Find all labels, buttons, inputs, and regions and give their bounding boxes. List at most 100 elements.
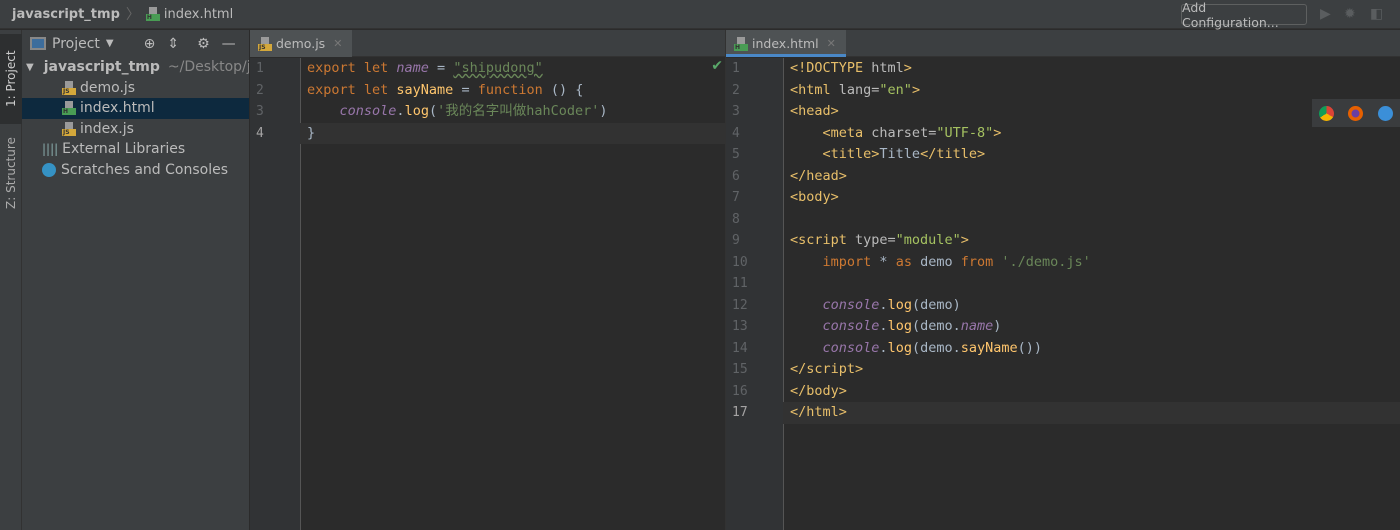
code-token: "UTF-8" [936,124,994,141]
file-name: index.html [80,100,155,117]
close-icon[interactable]: ✕ [827,37,836,50]
tree-root[interactable]: ▼ javascript_tmp ~/Desktop/javascript_tm… [22,57,249,78]
editor-tabs: JS demo.js ✕ [250,30,725,57]
line-number: 10 [732,254,748,270]
code-token: "en" [879,81,912,98]
code-token: </html> [790,404,847,420]
play-icon[interactable]: ▶ [1320,6,1331,22]
code-token: * [879,253,896,270]
tree-item-index-html[interactable]: Hindex.html [22,98,249,119]
project-view-selector[interactable]: Project [52,36,100,52]
collapse-all-icon[interactable]: ⇕ [167,36,179,52]
code-token: import [822,253,880,270]
gear-icon[interactable]: ⚙ [197,36,210,52]
js-file-icon: JS [258,36,272,51]
js-file-icon: JS [62,121,76,136]
code-line: </script> [790,359,1091,381]
tab-structure-tool[interactable]: Z: Structure [0,128,22,218]
code-line: console.log(demo.name) [790,316,1091,338]
tree-item-scratches[interactable]: Scratches and Consoles [22,160,249,181]
external-libraries-label: External Libraries [62,141,186,158]
code-token: charset= [871,124,937,141]
code-line: <!DOCTYPE html> [790,58,1091,80]
code-token: html [871,60,904,76]
tree-item-index-js[interactable]: JS index.js [22,119,249,140]
code-token: './demo.js' [1001,253,1091,270]
tab-index-html[interactable]: Hindex.html ✕ [726,30,846,57]
line-number: 5 [732,147,740,162]
code-token: ) [993,318,1002,334]
gutter-divider [783,58,784,530]
line-number: 14 [732,340,748,356]
code-token: type= [855,232,896,248]
code-line: } [307,123,608,145]
locate-icon[interactable]: ⊕ [144,36,156,52]
code-token: ()) [1017,339,1043,356]
line-number: 1 [256,61,264,76]
inspection-ok-icon: ✔ [711,58,723,74]
code-area[interactable]: <!DOCTYPE html> <html lang="en"> <head> <m… [790,58,1091,424]
line-number: 6 [732,168,740,184]
code-line: <html lang="en"> [790,80,1091,102]
tree-item-external-libraries[interactable]: |||| External Libraries [22,139,249,160]
code-token: sayName [960,339,1018,356]
code-token: Title [879,146,921,162]
tree-item-demo-js[interactable]: JS demo.js [22,78,249,99]
code-line: console.log('我的名字叫做hahCoder') [307,101,608,123]
code-line: </head> [790,166,1091,188]
code-token: </title> [920,146,986,162]
firefox-icon[interactable] [1348,105,1364,121]
tab-project-tool[interactable]: 1: Project [0,34,22,124]
code-token: . [396,103,405,119]
close-icon[interactable]: ✕ [333,37,342,50]
browser-preview-bar [1312,99,1400,127]
line-number: 4 [256,125,264,141]
navigation-bar: javascript_tmp 〉 H index.html Add Config… [0,0,1400,30]
coverage-icon[interactable]: ◧ [1370,6,1383,22]
expand-arrow-icon[interactable]: ▼ [26,62,34,73]
code-token: log [887,318,912,334]
code-area[interactable]: export let name = "shipudong" export let … [307,58,608,144]
line-number: 7 [732,190,740,205]
line-number: 2 [256,82,264,98]
line-number: 2 [732,82,740,98]
tab-demo-js[interactable]: JS demo.js ✕ [250,30,353,57]
structure-tab-label: Z: Structure [4,137,18,209]
tab-label: demo.js [276,36,326,51]
breadcrumb-separator: 〉 [125,7,140,23]
code-token: <head> [790,103,839,119]
code-token: lang= [838,81,880,98]
line-number: 8 [732,211,740,227]
line-number: 17 [732,405,748,420]
minimize-icon[interactable]: — [222,36,236,52]
add-configuration-button[interactable]: Add Configuration... [1181,0,1307,30]
breadcrumb-file[interactable]: index.html [164,7,233,22]
line-number: 3 [256,104,264,119]
project-panel-header: Project ▼ ⊕ ⇕ ⚙ — [22,30,249,57]
tab-label: index.html [752,36,819,51]
line-number: 16 [732,383,748,399]
bug-icon[interactable]: ✹ [1344,6,1356,22]
breadcrumb-project[interactable]: javascript_tmp [12,7,120,22]
code-token: ( [428,103,438,119]
line-number: 9 [732,233,740,248]
code-line: export let sayName = function () { [307,80,608,102]
code-token: </script> [790,361,864,377]
safari-icon[interactable] [1377,105,1393,121]
file-name: index.js [80,120,134,137]
code-token: console [339,103,397,119]
root-folder-name: javascript_tmp [43,59,160,76]
chevron-down-icon[interactable]: ▼ [106,38,114,49]
editor-tabs: Hindex.html ✕ [726,30,1400,57]
code-token: (demo) [911,296,961,313]
code-token: name [396,60,429,76]
line-gutter: 1 2 3 4 5 6 7 8 9 10 11 12 13 14 15 16 17 [726,58,783,530]
code-line: console.log(demo) [790,295,1091,317]
code-token: console [822,339,880,356]
chrome-icon[interactable] [1319,105,1335,121]
project-panel: Project ▼ ⊕ ⇕ ⚙ — ▼ javascript_tmp ~/Des… [22,30,250,530]
